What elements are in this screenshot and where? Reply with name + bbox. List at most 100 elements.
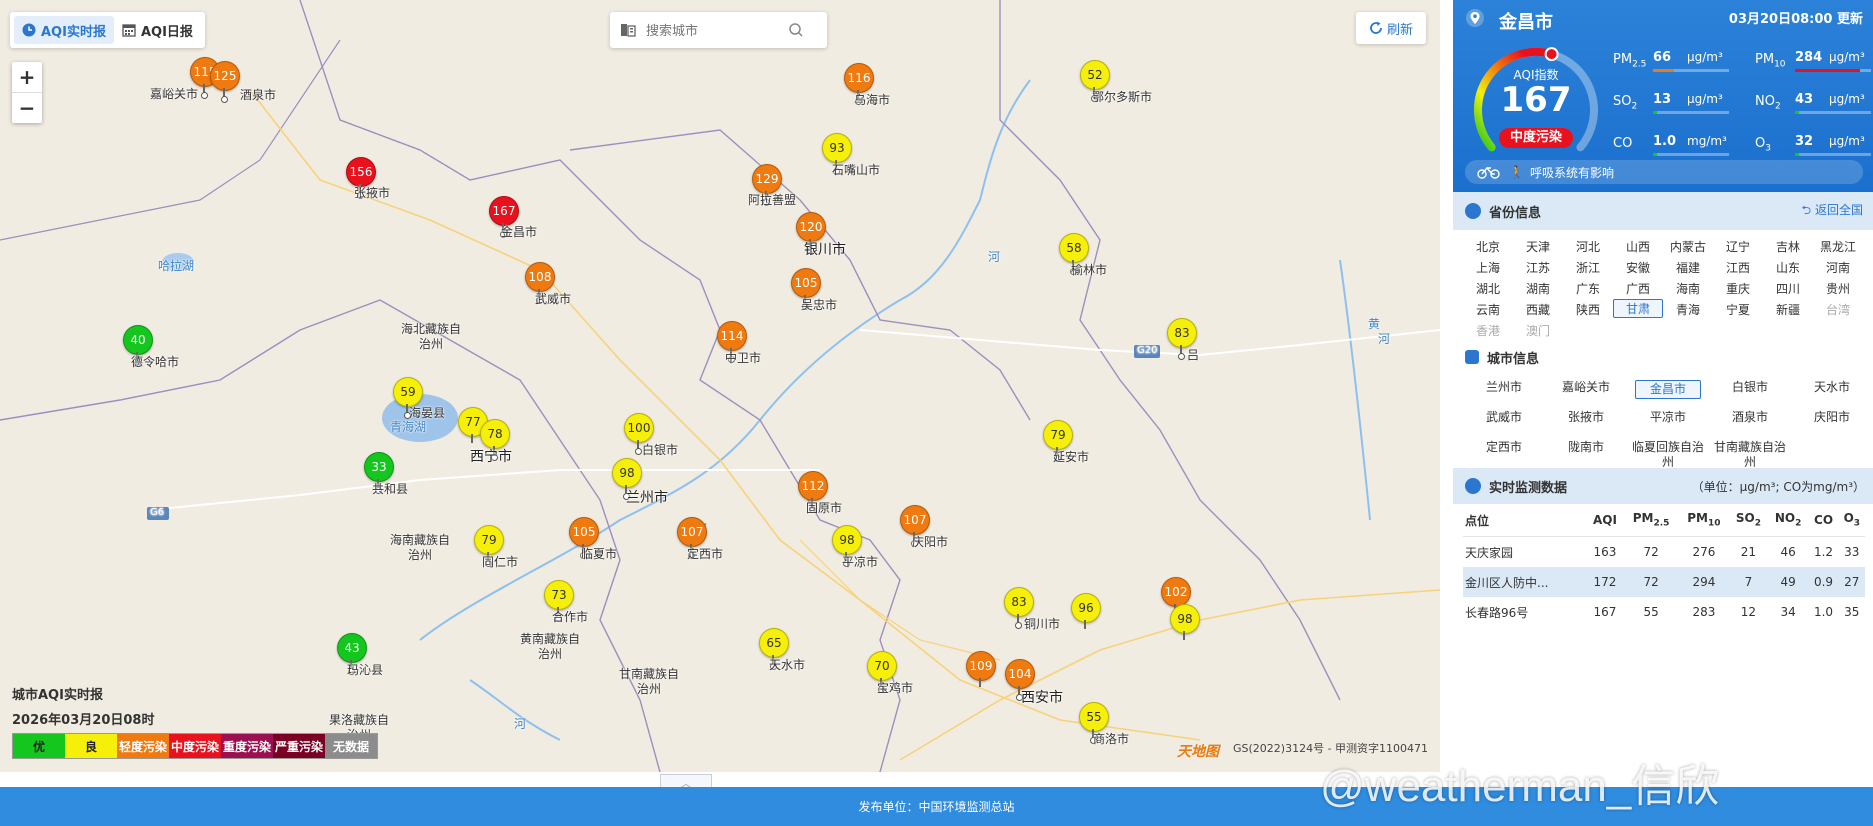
province-item[interactable]: 湖北 bbox=[1463, 278, 1513, 299]
table-row[interactable]: 长春路96号 167 55 283 12 34 1.0 35 bbox=[1463, 597, 1865, 627]
province-item[interactable]: 甘肃 bbox=[1613, 299, 1663, 318]
city-label[interactable]: 吴忠市 bbox=[801, 296, 837, 313]
province-item[interactable]: 香港 bbox=[1463, 320, 1513, 341]
city-label[interactable]: 西安市 bbox=[1021, 687, 1063, 707]
province-item[interactable]: 湖南 bbox=[1513, 278, 1563, 299]
refresh-button[interactable]: 刷新 bbox=[1356, 12, 1426, 44]
city-label[interactable]: 海晏县 bbox=[409, 404, 445, 421]
city-list-icon[interactable] bbox=[620, 22, 636, 38]
city-label[interactable]: 白银市 bbox=[642, 441, 678, 458]
aqi-marker[interactable]: 125 bbox=[210, 61, 240, 99]
province-item[interactable]: 上海 bbox=[1463, 257, 1513, 278]
province-item[interactable]: 澳门 bbox=[1513, 320, 1563, 341]
province-item[interactable]: 北京 bbox=[1463, 236, 1513, 257]
city-label[interactable]: 合作市 bbox=[552, 608, 588, 625]
city-label[interactable]: 中卫市 bbox=[725, 349, 761, 366]
city-item-label: 金昌市 bbox=[1634, 380, 1701, 399]
city-label[interactable]: 德令哈市 bbox=[131, 353, 179, 370]
province-item[interactable]: 福建 bbox=[1663, 257, 1713, 278]
city-label[interactable]: 玛沁县 bbox=[347, 661, 383, 678]
province-item[interactable]: 新疆 bbox=[1763, 299, 1813, 320]
city-item[interactable]: 庆阳市 bbox=[1791, 406, 1873, 436]
city-label[interactable]: 石嘴山市 bbox=[832, 161, 880, 178]
province-item[interactable]: 广东 bbox=[1563, 278, 1613, 299]
province-item[interactable]: 青海 bbox=[1663, 299, 1713, 320]
province-item[interactable]: 江苏 bbox=[1513, 257, 1563, 278]
tab-aqi-realtime[interactable]: AQI实时报 bbox=[14, 16, 114, 44]
city-label[interactable]: 西宁市 bbox=[470, 446, 512, 466]
city-item[interactable]: 兰州市 bbox=[1463, 376, 1545, 406]
city-item[interactable]: 定西市 bbox=[1463, 436, 1545, 466]
city-item[interactable]: 酒泉市 bbox=[1709, 406, 1791, 436]
city-label[interactable]: 定西市 bbox=[687, 545, 723, 562]
province-item[interactable]: 云南 bbox=[1463, 299, 1513, 320]
province-item[interactable]: 天津 bbox=[1513, 236, 1563, 257]
city-label[interactable]: 吕 bbox=[1187, 346, 1199, 363]
city-label[interactable]: 银川市 bbox=[804, 239, 846, 259]
city-label[interactable]: 庆阳市 bbox=[912, 533, 948, 550]
province-item[interactable]: 海南 bbox=[1663, 278, 1713, 299]
province-item[interactable]: 浙江 bbox=[1563, 257, 1613, 278]
city-label[interactable]: 鄂尔多斯市 bbox=[1092, 88, 1152, 105]
city-label[interactable]: 延安市 bbox=[1053, 448, 1089, 465]
province-item[interactable]: 山西 bbox=[1613, 236, 1663, 257]
city-label[interactable]: 天水市 bbox=[769, 656, 805, 673]
province-item[interactable]: 山东 bbox=[1763, 257, 1813, 278]
city-item[interactable]: 平凉市 bbox=[1627, 406, 1709, 436]
city-item[interactable]: 天水市 bbox=[1791, 376, 1873, 406]
city-item[interactable]: 甘南藏族自治州 bbox=[1709, 436, 1791, 469]
city-label[interactable]: 商洛市 bbox=[1093, 730, 1129, 747]
map-area[interactable]: G20 G6 哈拉湖 青海湖 河 河 河 黄 河 海北藏族自治州 海南藏族自治州… bbox=[0, 0, 1440, 772]
province-item[interactable]: 安徽 bbox=[1613, 257, 1663, 278]
province-item[interactable]: 辽宁 bbox=[1713, 236, 1763, 257]
city-label[interactable]: 宝鸡市 bbox=[877, 679, 913, 696]
city-label[interactable]: 同仁市 bbox=[482, 553, 518, 570]
province-item[interactable]: 四川 bbox=[1763, 278, 1813, 299]
province-item[interactable]: 宁夏 bbox=[1713, 299, 1763, 320]
province-item[interactable]: 台湾 bbox=[1813, 299, 1863, 320]
city-item[interactable]: 临夏回族自治州 bbox=[1627, 436, 1709, 469]
city-label[interactable]: 平凉市 bbox=[842, 553, 878, 570]
city-item[interactable]: 武威市 bbox=[1463, 406, 1545, 436]
province-item[interactable]: 河北 bbox=[1563, 236, 1613, 257]
table-row[interactable]: 天庆家园 163 72 276 21 46 1.2 33 bbox=[1463, 537, 1865, 568]
city-label[interactable]: 榆林市 bbox=[1071, 261, 1107, 278]
aqi-marker[interactable]: 109 bbox=[966, 651, 996, 689]
province-item[interactable]: 河南 bbox=[1813, 257, 1863, 278]
aqi-marker[interactable]: 96 bbox=[1071, 593, 1101, 631]
province-item[interactable]: 黑龙江 bbox=[1813, 236, 1863, 257]
city-label[interactable]: 共和县 bbox=[372, 480, 408, 497]
city-label[interactable]: 乌海市 bbox=[854, 91, 890, 108]
aqi-marker[interactable]: 98 bbox=[1170, 604, 1200, 642]
province-item[interactable]: 广西 bbox=[1613, 278, 1663, 299]
city-item[interactable]: 金昌市 bbox=[1627, 376, 1709, 406]
city-item[interactable]: 嘉峪关市 bbox=[1545, 376, 1627, 406]
tab-aqi-daily[interactable]: AQI日报 bbox=[114, 16, 201, 44]
city-label[interactable]: 酒泉市 bbox=[240, 86, 276, 103]
search-input[interactable] bbox=[644, 21, 788, 39]
province-item[interactable]: 重庆 bbox=[1713, 278, 1763, 299]
city-label[interactable]: 阿拉善盟 bbox=[748, 191, 796, 208]
city-label[interactable]: 武威市 bbox=[535, 290, 571, 307]
return-all-link[interactable]: ⮌ 返回全国 bbox=[1802, 201, 1863, 222]
province-item[interactable]: 内蒙古 bbox=[1663, 236, 1713, 257]
province-item[interactable]: 西藏 bbox=[1513, 299, 1563, 320]
city-label[interactable]: 金昌市 bbox=[501, 223, 537, 240]
search-icon[interactable] bbox=[788, 22, 804, 38]
city-item[interactable]: 张掖市 bbox=[1545, 406, 1627, 436]
city-label[interactable]: 嘉峪关市 bbox=[150, 85, 198, 102]
city-item[interactable]: 陇南市 bbox=[1545, 436, 1627, 466]
city-label[interactable]: 张掖市 bbox=[354, 184, 390, 201]
province-item[interactable]: 江西 bbox=[1713, 257, 1763, 278]
city-label[interactable]: 临夏市 bbox=[581, 545, 617, 562]
zoom-out-button[interactable]: − bbox=[12, 92, 42, 123]
province-item[interactable]: 吉林 bbox=[1763, 236, 1813, 257]
province-item[interactable]: 贵州 bbox=[1813, 278, 1863, 299]
city-label[interactable]: 铜川市 bbox=[1024, 615, 1060, 632]
zoom-in-button[interactable]: + bbox=[12, 62, 42, 92]
province-item[interactable]: 陕西 bbox=[1563, 299, 1613, 320]
table-row[interactable]: 金川区人防中... 172 72 294 7 49 0.9 27 bbox=[1463, 567, 1865, 597]
city-label[interactable]: 兰州市 bbox=[626, 487, 668, 507]
city-item[interactable]: 白银市 bbox=[1709, 376, 1791, 406]
city-label[interactable]: 固原市 bbox=[806, 499, 842, 516]
